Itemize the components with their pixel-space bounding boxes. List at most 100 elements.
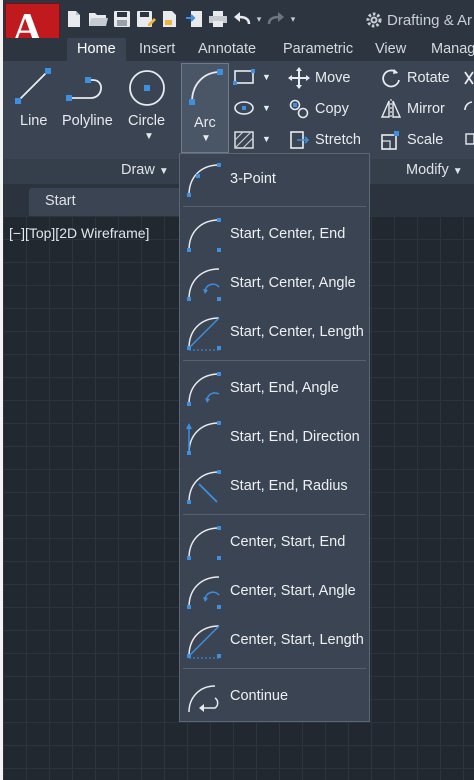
copy-icon xyxy=(289,99,309,119)
menu-divider xyxy=(183,206,366,207)
autocad-window: ▾ ▾ Drafting & Ar A ▼ Home Insert Annota… xyxy=(3,0,474,780)
arc-dropdown-icon: ▼ xyxy=(201,133,211,144)
tab-annotate[interactable]: Annotate xyxy=(198,38,256,61)
arc-center-start-end-icon xyxy=(187,526,221,560)
menu-item-label: Center, Start, Length xyxy=(230,632,364,648)
menu-divider xyxy=(183,514,366,515)
plot-printer-icon[interactable] xyxy=(207,7,229,31)
arc-start-end-radius-icon xyxy=(187,470,221,504)
circle-label: Circle xyxy=(128,113,166,129)
modify-panel-title: Modify xyxy=(406,162,449,178)
menu-item-start-end-angle[interactable]: Start, End, Angle xyxy=(180,365,369,414)
gear-icon xyxy=(366,12,382,28)
circle-icon xyxy=(129,70,165,106)
line-label: Line xyxy=(20,113,48,129)
save-icon[interactable] xyxy=(111,7,133,31)
tab-insert[interactable]: Insert xyxy=(139,38,175,61)
redo-dropdown-icon[interactable]: ▾ xyxy=(289,7,297,31)
polyline-icon xyxy=(66,77,102,101)
arc-icon xyxy=(189,69,223,105)
scale-icon xyxy=(381,131,399,150)
rectangle-icon xyxy=(233,69,255,85)
circle-dropdown-icon: ▼ xyxy=(144,131,154,142)
modify-panel-expand-icon: ▼ xyxy=(452,166,463,177)
workspace-label: Drafting & Ar xyxy=(387,11,473,29)
stretch-label: Stretch xyxy=(315,132,361,148)
share-icon[interactable] xyxy=(183,7,205,31)
hatch-icon xyxy=(234,131,254,149)
arc-button[interactable]: Arc ▼ xyxy=(181,63,229,153)
viewport-controls[interactable]: [−][Top][2D Wireframe] xyxy=(9,225,149,241)
quick-access-toolbar: ▾ ▾ xyxy=(63,6,297,32)
workspace-switcher[interactable]: Drafting & Ar xyxy=(365,7,472,33)
arc-start-center-angle-icon xyxy=(187,268,221,301)
rotate-label: Rotate xyxy=(407,70,450,86)
ellipse-icon xyxy=(234,101,254,115)
menu-item-label: Start, End, Direction xyxy=(230,429,360,445)
menu-divider xyxy=(183,668,366,669)
menu-item-start-end-radius[interactable]: Start, End, Radius xyxy=(180,463,369,512)
title-bar: ▾ ▾ Drafting & Ar xyxy=(3,0,474,38)
tab-parametric[interactable]: Parametric xyxy=(283,38,353,61)
arc-continue-icon xyxy=(188,685,219,713)
menu-item-start-end-direction[interactable]: Start, End, Direction xyxy=(180,414,369,463)
mirror-label: Mirror xyxy=(407,101,445,117)
menu-item-center-start-end[interactable]: Center, Start, End xyxy=(180,519,369,568)
menu-item-center-start-angle[interactable]: Center, Start, Angle xyxy=(180,568,369,617)
save-as-icon[interactable] xyxy=(135,7,157,31)
line-icon xyxy=(15,68,51,104)
more-modify-tools-icon xyxy=(464,71,474,145)
tab-manage[interactable]: Manag xyxy=(431,38,474,61)
open-from-cloud-icon[interactable] xyxy=(159,7,181,31)
scale-label: Scale xyxy=(407,132,444,148)
menu-item-label: Start, Center, Length xyxy=(230,324,364,340)
polyline-label: Polyline xyxy=(62,113,113,129)
menu-item-label: Start, Center, End xyxy=(230,226,346,242)
menu-item-label: Start, End, Angle xyxy=(230,380,339,396)
arc-start-end-angle-icon xyxy=(187,372,221,406)
arc-start-end-direction-icon xyxy=(186,421,221,455)
menu-item-3-point[interactable]: 3-Point xyxy=(180,156,369,205)
menu-item-start-center-angle[interactable]: Start, Center, Angle xyxy=(180,260,369,309)
hatch-dropdown-icon: ▼ xyxy=(262,134,271,144)
menu-item-start-center-end[interactable]: Start, Center, End xyxy=(180,211,369,260)
arc-center-start-length-icon xyxy=(187,625,221,659)
menu-item-start-center-length[interactable]: Start, Center, Length xyxy=(180,309,369,358)
draw-panel-label[interactable]: Draw ▼ xyxy=(121,162,169,178)
undo-icon[interactable] xyxy=(231,7,253,31)
menu-divider xyxy=(183,360,366,361)
new-file-icon[interactable] xyxy=(63,7,85,31)
draw-panel-title: Draw xyxy=(121,162,155,178)
modify-panel-label[interactable]: Modify ▼ xyxy=(406,162,463,178)
copy-label: Copy xyxy=(315,101,349,117)
arc-start-center-length-icon xyxy=(187,317,221,351)
tab-view[interactable]: View xyxy=(375,38,406,61)
menu-item-label: Start, End, Radius xyxy=(230,478,348,494)
arc-3-point-icon xyxy=(187,163,221,197)
menu-item-label: Start, Center, Angle xyxy=(230,275,356,291)
rotate-icon xyxy=(382,69,400,88)
move-label: Move xyxy=(315,70,351,86)
draw-panel-expand-icon: ▼ xyxy=(158,166,169,177)
arc-center-start-angle-icon xyxy=(187,576,221,609)
file-tab-start[interactable]: Start xyxy=(29,188,189,216)
menu-item-label: Center, Start, End xyxy=(230,534,346,550)
redo-icon[interactable] xyxy=(265,7,287,31)
file-tab-label: Start xyxy=(45,193,76,209)
arc-dropdown-menu: 3-Point Start, Center, End Start, Center… xyxy=(179,153,370,722)
undo-dropdown-icon[interactable]: ▾ xyxy=(255,7,263,31)
tab-home[interactable]: Home xyxy=(67,38,126,61)
menu-item-label: Center, Start, Angle xyxy=(230,583,356,599)
menu-item-center-start-length[interactable]: Center, Start, Length xyxy=(180,617,369,666)
arc-label: Arc xyxy=(194,115,216,131)
open-folder-icon[interactable] xyxy=(87,7,109,31)
arc-start-center-end-icon xyxy=(187,218,221,252)
ribbon-tabs: Home Insert Annotate Parametric View Man… xyxy=(3,38,474,61)
menu-item-label: 3-Point xyxy=(230,171,276,187)
move-icon xyxy=(288,67,310,89)
menu-item-continue[interactable]: Continue xyxy=(180,673,369,722)
ellipse-dropdown-icon: ▼ xyxy=(262,103,271,113)
mirror-icon xyxy=(380,99,402,119)
stretch-icon xyxy=(290,131,310,149)
menu-item-label: Continue xyxy=(230,688,289,704)
